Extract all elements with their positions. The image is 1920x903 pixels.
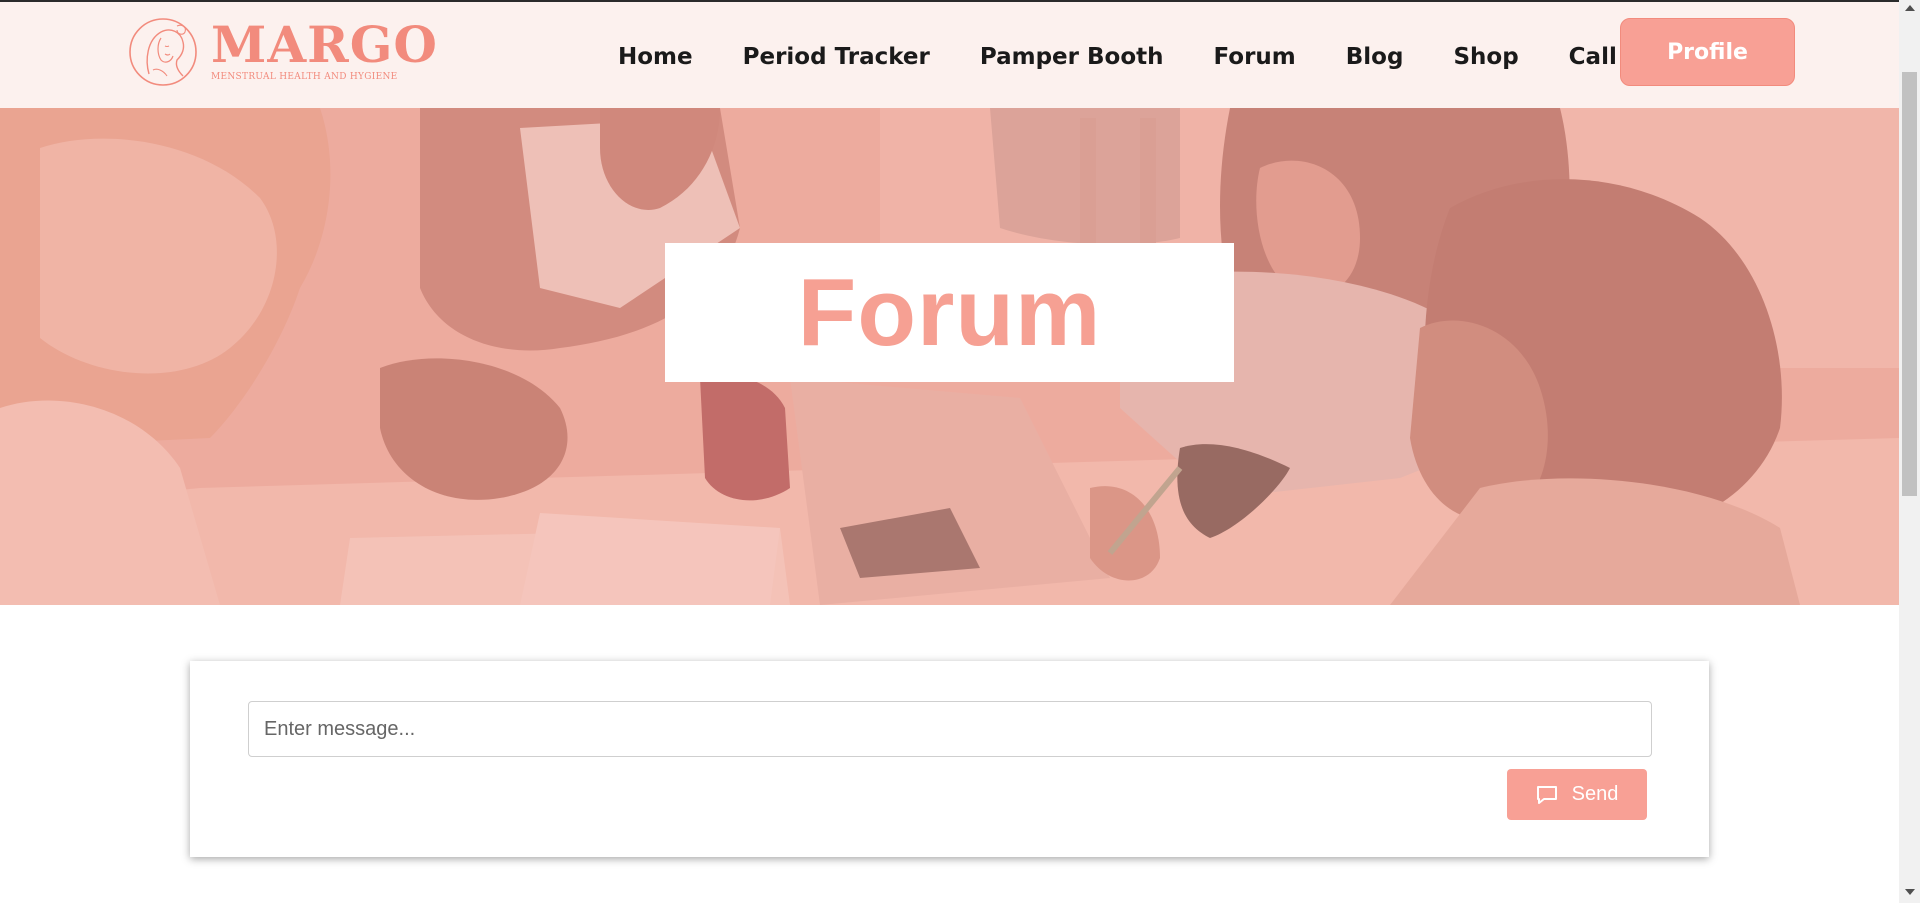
message-input[interactable] (248, 701, 1652, 757)
profile-button[interactable]: Profile (1620, 18, 1795, 86)
nav-period-tracker[interactable]: Period Tracker (743, 42, 930, 70)
nav-pamper-booth[interactable]: Pamper Booth (980, 42, 1164, 70)
hero-title-box: Forum (665, 243, 1234, 382)
scroll-down-icon[interactable] (1905, 889, 1915, 895)
brand-logo[interactable]: MARGO MENSTRUAL HEALTH AND HYGIENE (127, 14, 437, 90)
send-button-label: Send (1571, 783, 1619, 805)
nav-shop[interactable]: Shop (1453, 42, 1518, 70)
send-button[interactable]: Send (1507, 769, 1647, 820)
woman-portrait-logo-icon (129, 18, 197, 86)
scroll-thumb[interactable] (1902, 72, 1917, 496)
main-nav: Home Period Tracker Pamper Booth Forum B… (618, 2, 1617, 110)
hero-banner: Forum (0, 108, 1899, 605)
page-scrollbar[interactable] (1899, 0, 1920, 903)
brand-name: MARGO (211, 15, 438, 74)
nav-home[interactable]: Home (618, 42, 693, 70)
page-title: Forum (797, 258, 1102, 366)
scroll-up-icon[interactable] (1905, 5, 1915, 11)
nav-call[interactable]: Call (1569, 42, 1617, 70)
brand-tagline: MENSTRUAL HEALTH AND HYGIENE (211, 72, 398, 82)
page: MARGO MENSTRUAL HEALTH AND HYGIENE Home … (0, 0, 1920, 903)
chat-bubble-icon (1536, 785, 1557, 804)
message-card: Send (190, 661, 1709, 857)
nav-blog[interactable]: Blog (1346, 42, 1404, 70)
nav-forum[interactable]: Forum (1214, 42, 1296, 70)
navbar: MARGO MENSTRUAL HEALTH AND HYGIENE Home … (0, 0, 1899, 108)
